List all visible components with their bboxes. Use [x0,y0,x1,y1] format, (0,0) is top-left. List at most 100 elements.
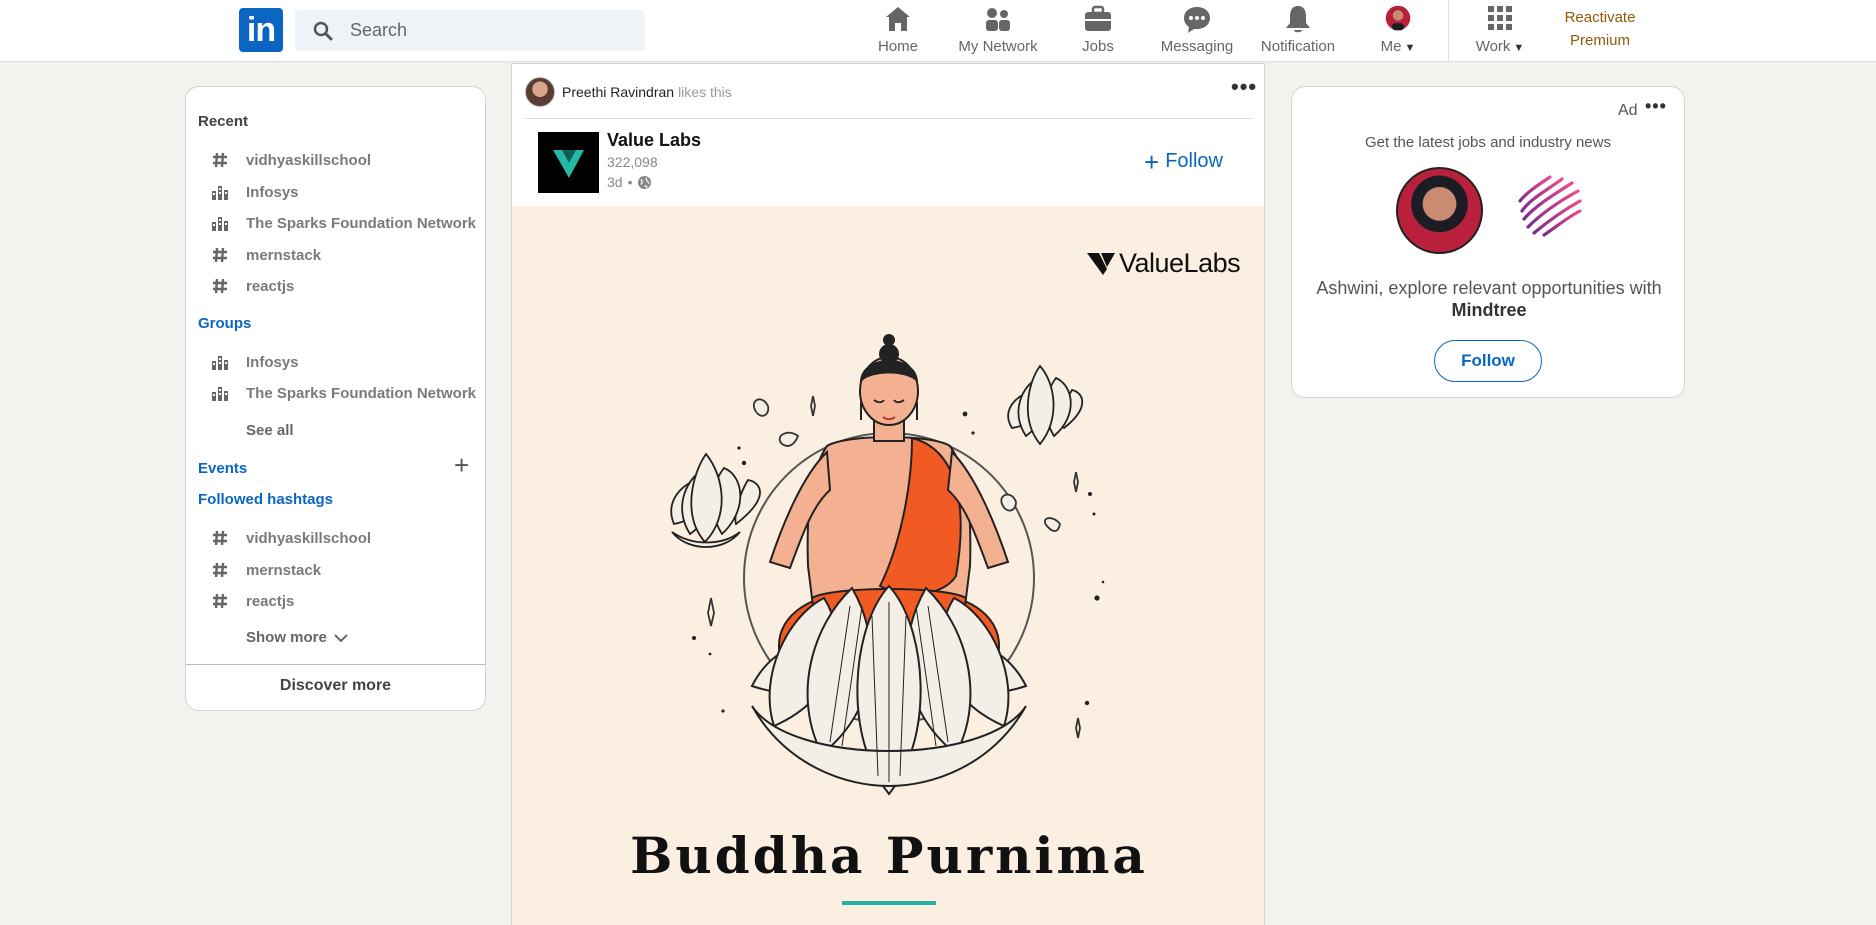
hashtag-icon [213,593,227,609]
group-item[interactable]: Infosys [211,350,299,374]
recent-item[interactable]: The Sparks Foundation Network [211,211,476,235]
ad-headline: Get the latest jobs and industry news [1365,134,1611,151]
nav-jobs-label: Jobs [1082,38,1114,55]
hashtag-item-label: mernstack [246,561,322,579]
groups-link[interactable]: Groups [198,315,251,332]
briefcase-icon [1085,5,1111,31]
hashtag-item[interactable]: reactjs [211,589,294,613]
post-timestamp: 3d • [607,174,652,190]
hashtag-item-label: reactjs [246,592,295,610]
avatar [1396,167,1483,254]
nav-messaging[interactable]: Messaging [1154,0,1240,62]
group-icon [212,356,228,370]
hashtag-icon [213,562,227,578]
hashtag-icon [213,152,227,168]
recent-item-label: vidhyaskillschool [246,151,372,169]
post-time: 3d [607,174,623,190]
recent-item-label: Infosys [246,183,299,201]
hashtag-item-label: vidhyaskillschool [246,529,372,547]
plus-icon: + [1144,146,1160,177]
recent-item[interactable]: Infosys [211,180,299,204]
nav-notifications[interactable]: Notification [1254,0,1342,62]
nav-my-network-label: My Network [958,38,1038,55]
top-navigation-bar: in Home My Network Jobs [0,0,1876,62]
add-event-plus-icon[interactable]: + [454,452,469,478]
globe-icon [638,175,652,189]
caret-down-icon: ▼ [1404,42,1416,54]
nav-jobs[interactable]: Jobs [1068,0,1128,62]
recent-item-label: mernstack [246,246,322,264]
chat-icon [1184,7,1210,33]
dot-separator: • [627,174,633,190]
nav-divider [1448,0,1449,62]
recent-item[interactable]: mernstack [211,243,321,267]
post-image[interactable]: ValueLabs Buddha Purnima [512,206,1264,925]
events-link[interactable]: Events [198,460,247,477]
search-box[interactable] [295,10,645,51]
nav-me-label: Me [1380,38,1402,55]
follow-company-button[interactable]: + Follow [1144,146,1223,177]
image-title: Buddha Purnima [630,826,1148,885]
discover-more-button[interactable]: Discover more [186,677,485,695]
ad-card: Ad ••• Get the latest jobs and industry … [1291,86,1685,398]
group-icon [212,387,228,401]
ad-label: Ad [1618,102,1638,119]
hashtag-icon [213,247,227,263]
nav-work[interactable]: Work ▼ [1468,0,1532,62]
group-item-label: The Sparks Foundation Network [246,384,477,402]
like-activity-text: likes this [678,84,732,100]
reactivate-premium-link[interactable]: Reactivate Premium [1548,6,1652,52]
ad-text-prefix: Ashwini, explore relevant opportunities … [1316,278,1662,298]
linkedin-logo-icon[interactable]: in [239,8,283,52]
company-name[interactable]: Value Labs [607,130,701,151]
left-sidebar-card: Recent vidhyaskillschool Infosys The Spa… [185,86,486,711]
ad-follow-button[interactable]: Follow [1434,340,1542,382]
nav-notifications-label: Notification [1260,38,1336,55]
show-more-button[interactable]: Show more [246,629,349,646]
search-icon [313,21,333,41]
group-item[interactable]: The Sparks Foundation Network [211,381,476,405]
buddha-illustration [670,334,1105,796]
nav-my-network[interactable]: My Network [950,0,1046,62]
nav-work-label: Work [1475,38,1511,55]
ad-text: Ashwini, explore relevant opportunities … [1312,277,1666,321]
followed-hashtags-link[interactable]: Followed hashtags [198,491,333,508]
see-all-groups-button[interactable]: See all [246,422,294,439]
avatar[interactable] [525,77,555,107]
home-icon [886,7,910,31]
ad-more-options-icon[interactable]: ••• [1645,96,1667,117]
hashtag-item[interactable]: mernstack [211,558,321,582]
company-logo-icon[interactable] [538,132,599,193]
nav-me[interactable]: Me ▼ [1372,0,1424,62]
liker-name[interactable]: Preethi Ravindran [562,84,674,100]
mindtree-logo-icon [1518,175,1582,237]
sidebar-divider [186,664,485,665]
group-icon [212,217,228,231]
follow-label: Follow [1165,150,1223,172]
search-input[interactable] [350,10,630,51]
recent-item[interactable]: vidhyaskillschool [211,148,371,172]
nav-home[interactable]: Home [868,0,928,62]
hashtag-icon [213,278,227,294]
more-options-icon[interactable]: ••• [1231,74,1257,100]
nav-messaging-label: Messaging [1160,38,1234,55]
bell-icon [1286,6,1310,33]
title-underline [842,901,936,905]
recent-item[interactable]: reactjs [211,274,294,298]
feed-post: Preethi Ravindran likes this ••• Value L… [511,63,1265,925]
group-icon [212,186,228,200]
network-icon [986,8,1010,31]
premium-line-1: Reactivate [1564,9,1636,26]
group-item-label: Infosys [246,353,299,371]
recent-title: Recent [198,113,249,130]
hashtag-item[interactable]: vidhyaskillschool [211,526,371,550]
ad-company-name[interactable]: Mindtree [1451,300,1526,320]
show-more-label: Show more [246,629,327,646]
grid-icon [1488,6,1512,30]
avatar [1385,5,1411,31]
company-followers: 322,098 [607,154,658,170]
social-activity-row: Preethi Ravindran likes this [525,77,732,107]
hashtag-icon [213,530,227,546]
chevron-down-icon [334,633,348,642]
nav-home-label: Home [877,38,918,55]
